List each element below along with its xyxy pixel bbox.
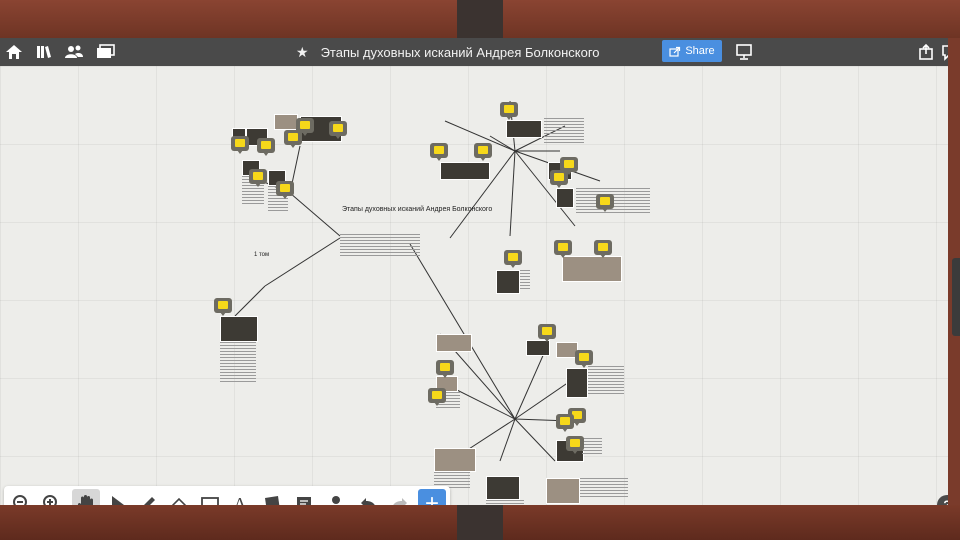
photo-frame[interactable]: [566, 368, 588, 398]
strap-bottom: [457, 505, 503, 540]
share-icon: [669, 46, 681, 57]
users-icon[interactable]: [64, 42, 84, 62]
photo-frame[interactable]: [496, 270, 520, 294]
eraser-icon[interactable]: [164, 489, 192, 505]
pan-hand-icon[interactable]: [72, 489, 100, 505]
star-icon[interactable]: ★: [296, 44, 309, 61]
photo-frame[interactable]: [546, 478, 580, 504]
branch-label[interactable]: 1 том: [254, 252, 269, 258]
note-pin-icon[interactable]: [329, 121, 347, 139]
zoom-in-icon[interactable]: [38, 489, 66, 505]
text-block: [544, 118, 584, 144]
text-tool-icon[interactable]: A: [226, 489, 254, 506]
zoom-out-icon[interactable]: [8, 489, 36, 505]
presentation-title[interactable]: Этапы духовных исканий Андрея Болконског…: [321, 45, 600, 60]
gallery-icon[interactable]: [96, 42, 116, 62]
text-block: [220, 342, 256, 382]
undo-icon[interactable]: [354, 489, 382, 505]
text-block: [580, 478, 628, 498]
note-pin-icon[interactable]: [550, 170, 568, 188]
select-arrow-icon[interactable]: [104, 489, 132, 505]
photo-frame[interactable]: [506, 120, 542, 138]
photo-frame[interactable]: [436, 334, 472, 352]
note-pin-icon[interactable]: [296, 118, 314, 136]
note-pin-icon[interactable]: [556, 414, 574, 432]
share-label: Share: [685, 45, 715, 57]
strap-top: [457, 0, 503, 38]
photo-frame[interactable]: [562, 256, 622, 282]
text-block: [588, 366, 624, 394]
note-pin-icon[interactable]: [575, 350, 593, 368]
editing-toolbar: A +: [4, 486, 450, 505]
note-pin-icon[interactable]: [504, 250, 522, 268]
comment-icon[interactable]: [290, 489, 318, 505]
text-block: [582, 438, 602, 456]
note-pin-icon[interactable]: [276, 181, 294, 199]
prezi-window: Этапы духовных исканий Андрея Болконског…: [0, 38, 948, 505]
note-pin-icon[interactable]: [538, 324, 556, 342]
note-pin-icon[interactable]: [596, 194, 614, 212]
note-pin-icon[interactable]: [214, 298, 232, 316]
canvas[interactable]: Этапы духовных исканий Андрея Болконског…: [0, 66, 948, 505]
note-pin-icon[interactable]: [430, 143, 448, 161]
central-description: [340, 234, 420, 256]
note-pin-icon[interactable]: [428, 388, 446, 406]
share-button[interactable]: Share: [662, 40, 722, 62]
photo-frame[interactable]: [220, 316, 258, 342]
present-icon[interactable]: [734, 42, 754, 62]
photo-frame[interactable]: [556, 188, 574, 208]
home-icon[interactable]: [4, 42, 24, 62]
export-icon[interactable]: [916, 42, 936, 62]
add-button[interactable]: +: [418, 489, 446, 505]
note-pin-icon[interactable]: [436, 360, 454, 378]
note-pin-icon[interactable]: [594, 240, 612, 258]
redo-icon[interactable]: [386, 489, 414, 505]
side-panel-tab[interactable]: [952, 258, 960, 336]
note-pin-icon[interactable]: [257, 138, 275, 156]
user-icon[interactable]: [322, 489, 350, 505]
photo-frame[interactable]: [274, 114, 298, 130]
central-topic[interactable]: Этапы духовных исканий Андрея Болконског…: [342, 206, 492, 213]
presentation-title-area: ★ Этапы духовных исканий Андрея Болконск…: [296, 42, 600, 62]
note-pin-icon[interactable]: [566, 436, 584, 454]
photo-frame[interactable]: [486, 476, 520, 500]
shape-tool-icon[interactable]: [258, 489, 286, 505]
rectangle-icon[interactable]: [196, 489, 224, 505]
text-block: [520, 270, 530, 290]
note-pin-icon[interactable]: [500, 102, 518, 120]
library-icon[interactable]: [34, 42, 54, 62]
photo-frame[interactable]: [440, 162, 490, 180]
photo-frame[interactable]: [434, 448, 476, 472]
note-pin-icon[interactable]: [474, 143, 492, 161]
note-pin-icon[interactable]: [554, 240, 572, 258]
pen-icon[interactable]: [134, 489, 162, 505]
note-pin-icon[interactable]: [231, 136, 249, 154]
top-bar: ★ Этапы духовных исканий Андрея Болконск…: [0, 38, 948, 66]
connector-lines: [234, 100, 601, 462]
note-pin-icon[interactable]: [249, 169, 267, 187]
photo-frame[interactable]: [526, 340, 550, 356]
comment-bubble-icon[interactable]: [940, 42, 948, 62]
